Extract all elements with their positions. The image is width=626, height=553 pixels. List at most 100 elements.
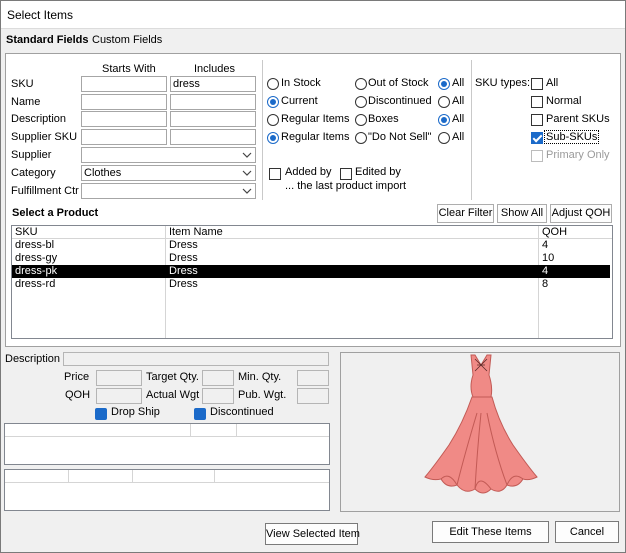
description-starts-with-input[interactable]: [81, 111, 167, 127]
category-value: Clothes: [84, 167, 122, 179]
radio-out-of-stock[interactable]: [355, 78, 367, 90]
discontinued-filter-label: Discontinued: [368, 95, 432, 107]
table-row[interactable]: dress-gy Dress 10: [12, 252, 610, 265]
secondary-grid-2[interactable]: [4, 469, 330, 511]
actual-wgt-field: [202, 388, 234, 404]
radio-regular-items[interactable]: [267, 114, 279, 126]
sku-cell: dress-rd: [15, 278, 56, 290]
chevron-down-icon: [242, 152, 252, 158]
current-label: Current: [281, 95, 318, 107]
radio-boxes[interactable]: [355, 114, 367, 126]
sku-type-normal-label: Normal: [546, 95, 582, 107]
edited-by-checkbox[interactable]: [340, 168, 352, 180]
supplier-sku-includes-input[interactable]: [170, 129, 256, 145]
tab-standard-fields[interactable]: Standard Fields: [6, 34, 89, 46]
fulfillment-dropdown[interactable]: [81, 183, 256, 199]
sku-type-parent-label: Parent SKUs: [546, 113, 610, 125]
category-label: Category: [11, 167, 56, 179]
last-import-label: ... the last product import: [285, 180, 407, 192]
show-all-button[interactable]: Show All: [497, 204, 547, 223]
sku-includes-input[interactable]: dress: [170, 76, 256, 92]
sku-cell: dress-pk: [15, 265, 58, 277]
sku-label: SKU: [11, 78, 34, 90]
table-row[interactable]: dress-rd Dress 8: [12, 278, 610, 291]
sku-type-normal-checkbox[interactable]: [531, 96, 543, 108]
sku-type-parent-checkbox[interactable]: [531, 114, 543, 126]
type-all-label: All: [452, 113, 465, 125]
adjust-qoh-button[interactable]: Adjust QOH: [550, 204, 612, 223]
radio-type-all[interactable]: [438, 114, 450, 126]
name-starts-with-input[interactable]: [81, 94, 167, 110]
sell-all-label: All: [452, 131, 465, 143]
filter-panel: Starts With Includes SKU dress Name Desc…: [5, 53, 621, 347]
drop-ship-checkbox[interactable]: [95, 408, 107, 420]
description-detail-field: [63, 352, 329, 366]
radio-status-all[interactable]: [438, 96, 450, 108]
discontinued-checkbox[interactable]: [194, 408, 206, 420]
status-all-label: All: [452, 95, 465, 107]
select-items-window: Select Items Standard Fields Custom Fiel…: [0, 0, 626, 553]
chevron-down-icon: [242, 188, 252, 194]
category-dropdown[interactable]: Clothes: [81, 165, 256, 181]
table-row-selected[interactable]: dress-pk Dress 4: [12, 265, 610, 278]
view-selected-item-button[interactable]: View Selected Item: [265, 523, 360, 545]
out-of-stock-label: Out of Stock: [368, 77, 429, 89]
cancel-button[interactable]: Cancel: [555, 521, 619, 543]
column-header-item-name[interactable]: Item Name: [169, 226, 223, 239]
starts-with-header: Starts With: [102, 63, 156, 75]
sku-type-sub-label: Sub-SKUs: [544, 130, 600, 144]
item-name-cell: Dress: [169, 265, 198, 277]
window-title: Select Items: [7, 8, 74, 22]
pub-wgt-label: Pub. Wgt.: [238, 389, 287, 401]
fulfillment-label: Fulfillment Ctr: [11, 185, 79, 197]
supplier-sku-label: Supplier SKU: [11, 131, 78, 143]
qoh-cell: 10: [542, 252, 555, 264]
edit-these-label: Edit These Items: [449, 526, 532, 538]
qoh-cell: 4: [542, 239, 549, 251]
column-header-sku[interactable]: SKU: [15, 226, 38, 239]
sku-type-all-checkbox[interactable]: [531, 78, 543, 90]
product-table[interactable]: SKU Item Name QOH dress-bl Dress 4 dress…: [11, 225, 613, 339]
tab-custom-fields[interactable]: Custom Fields: [92, 34, 162, 46]
grid-header: [5, 470, 329, 483]
radio-stock-all[interactable]: [438, 78, 450, 90]
primary-only-checkbox[interactable]: [531, 150, 543, 162]
divider: [262, 60, 263, 200]
name-includes-input[interactable]: [170, 94, 256, 110]
min-qty-label: Min. Qty.: [238, 371, 282, 383]
radio-in-stock[interactable]: [267, 78, 279, 90]
column-divider: [190, 424, 191, 437]
select-product-heading: Select a Product: [12, 207, 99, 219]
secondary-grid-1[interactable]: [4, 423, 330, 465]
radio-regular-items-2[interactable]: [267, 132, 279, 144]
adjust-qoh-label: Adjust QOH: [551, 207, 611, 219]
table-row[interactable]: dress-bl Dress 4: [12, 239, 610, 252]
actual-wgt-label: Actual Wgt: [146, 389, 200, 401]
divider: [471, 60, 472, 200]
regular-items-label: Regular Items: [281, 113, 350, 125]
radio-current[interactable]: [267, 96, 279, 108]
radio-sell-all[interactable]: [438, 132, 450, 144]
added-by-checkbox[interactable]: [269, 168, 281, 180]
item-name-cell: Dress: [169, 252, 198, 264]
column-header-qoh[interactable]: QOH: [542, 226, 567, 239]
qoh-cell: 8: [542, 278, 549, 290]
supplier-sku-starts-with-input[interactable]: [81, 129, 167, 145]
supplier-label: Supplier: [11, 149, 52, 161]
sku-type-sub-checkbox[interactable]: [531, 132, 543, 144]
clear-filter-button[interactable]: Clear Filter: [437, 204, 494, 223]
item-name-cell: Dress: [169, 239, 198, 251]
description-includes-input[interactable]: [170, 111, 256, 127]
description-detail-label: Description: [5, 353, 61, 365]
target-qty-field: [202, 370, 234, 386]
price-label: Price: [64, 371, 90, 383]
edit-these-items-button[interactable]: Edit These Items: [432, 521, 549, 543]
min-qty-field: [297, 370, 329, 386]
title-bar: Select Items: [1, 1, 625, 29]
supplier-dropdown[interactable]: [81, 147, 256, 163]
cancel-label: Cancel: [569, 526, 605, 538]
sku-starts-with-input[interactable]: [81, 76, 167, 92]
radio-do-not-sell[interactable]: [355, 132, 367, 144]
radio-discontinued[interactable]: [355, 96, 367, 108]
chevron-down-icon: [242, 170, 252, 176]
